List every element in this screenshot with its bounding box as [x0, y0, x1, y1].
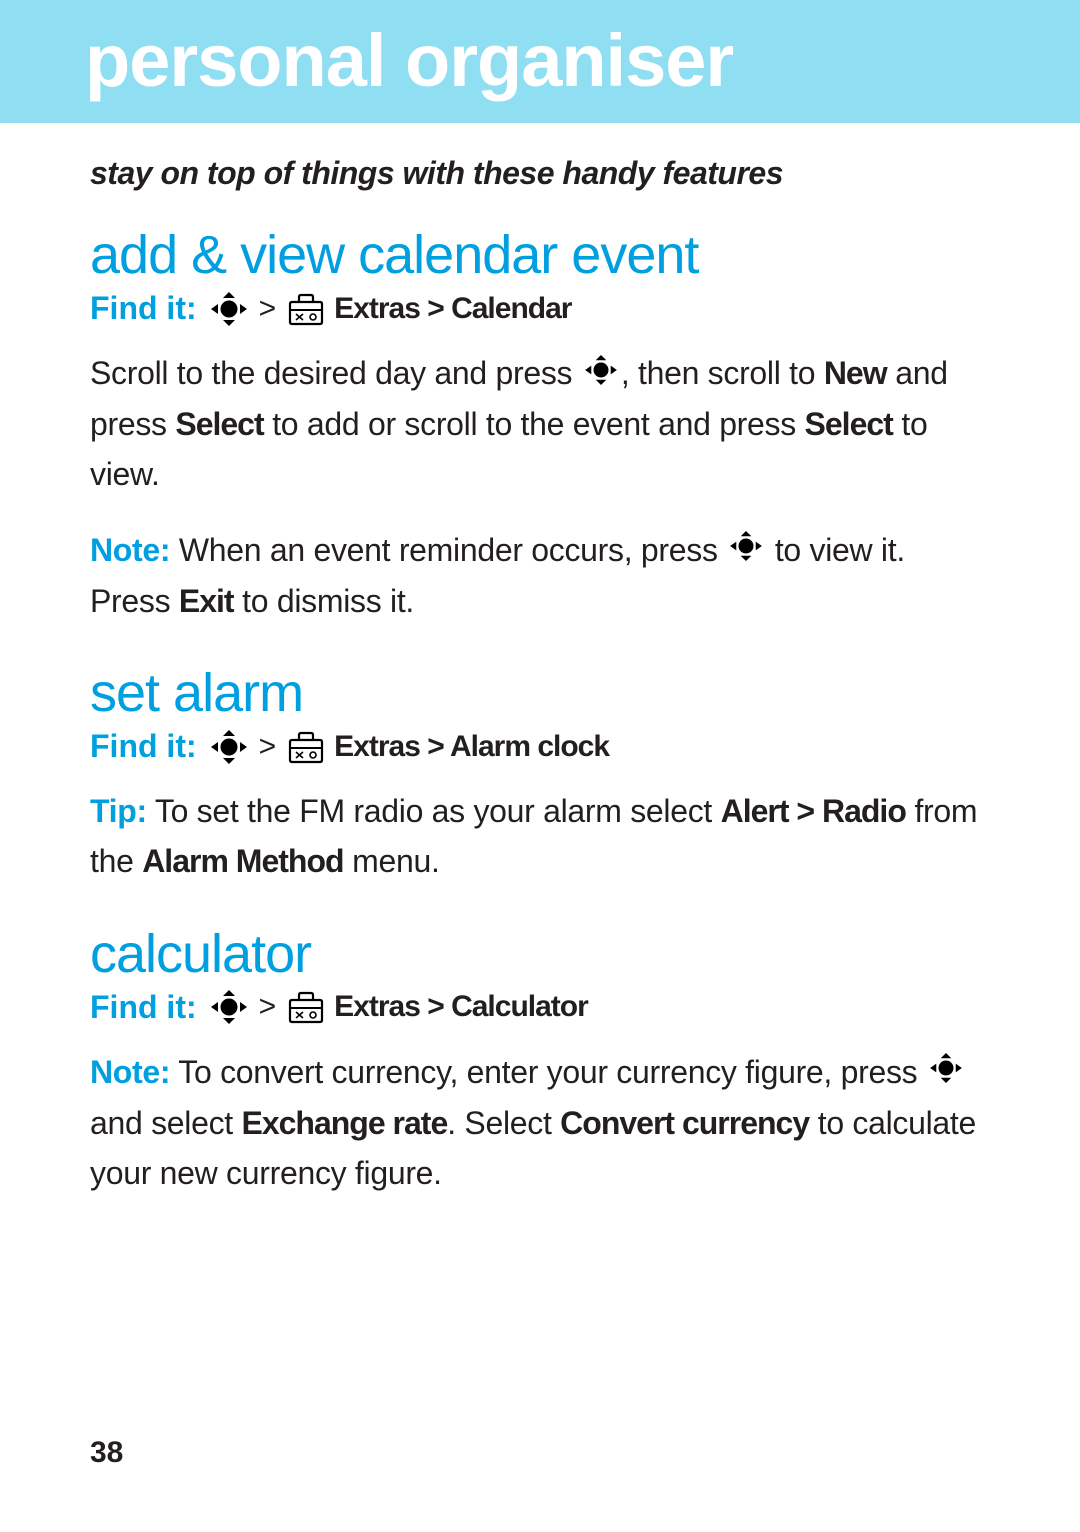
label-select: Select — [175, 406, 263, 442]
text: to add or scroll to the event and press — [264, 406, 805, 442]
find-it-calculator: Find it: > Extras > Calculator — [90, 989, 990, 1026]
find-it-label: Find it: — [90, 989, 197, 1026]
calendar-note: Note: When an event reminder occurs, pre… — [90, 526, 990, 627]
tip-label: Tip: — [90, 793, 147, 829]
text: to dismiss it. — [234, 583, 414, 619]
text: . Select — [447, 1105, 560, 1141]
extras-toolbox-icon — [286, 990, 326, 1024]
calendar-body: Scroll to the desired day and press , th… — [90, 349, 990, 500]
label-alert-radio: Alert > Radio — [721, 793, 906, 829]
nav-key-icon — [926, 1048, 966, 1098]
label-new: New — [824, 355, 887, 391]
gt-separator: > — [257, 730, 279, 764]
gt-separator: > — [257, 990, 279, 1024]
label-alarm-method: Alarm Method — [142, 843, 343, 879]
find-it-label: Find it: — [90, 290, 197, 327]
nav-key-icon — [209, 292, 249, 326]
note-label: Note: — [90, 1054, 170, 1090]
label-convert-currency: Convert currency — [560, 1105, 809, 1141]
text: To convert currency, enter your currency… — [170, 1054, 926, 1090]
section-heading-calculator: calculator — [90, 923, 990, 985]
page-content: stay on top of things with these handy f… — [0, 123, 1080, 1198]
extras-toolbox-icon — [286, 730, 326, 764]
text: When an event reminder occurs, press — [170, 532, 726, 568]
extras-toolbox-icon — [286, 292, 326, 326]
label-select: Select — [805, 406, 893, 442]
gt-separator: > — [257, 292, 279, 326]
breadcrumb-path: Extras > Alarm clock — [334, 730, 609, 764]
nav-key-icon — [726, 526, 766, 576]
section-heading-alarm: set alarm — [90, 662, 990, 724]
breadcrumb-path: Extras > Calendar — [334, 292, 571, 326]
calculator-note: Note: To convert currency, enter your cu… — [90, 1048, 990, 1199]
text: To set the FM radio as your alarm select — [147, 793, 721, 829]
breadcrumb-path: Extras > Calculator — [334, 990, 588, 1024]
text: , then scroll to — [621, 355, 824, 391]
section-heading-calendar: add & view calendar event — [90, 224, 990, 286]
text: menu. — [344, 843, 440, 879]
label-exit: Exit — [179, 583, 234, 619]
banner-title: personal organiser — [85, 18, 1080, 103]
nav-key-icon — [581, 350, 621, 400]
page-banner: personal organiser — [0, 0, 1080, 123]
page-number: 38 — [90, 1436, 123, 1470]
find-it-alarm: Find it: > Extras > Alarm clock — [90, 728, 990, 765]
alarm-tip: Tip: To set the FM radio as your alarm s… — [90, 787, 990, 886]
find-it-label: Find it: — [90, 728, 197, 765]
text: Scroll to the desired day and press — [90, 355, 581, 391]
label-exchange-rate: Exchange rate — [241, 1105, 447, 1141]
nav-key-icon — [209, 990, 249, 1024]
text: and select — [90, 1105, 241, 1141]
note-label: Note: — [90, 532, 170, 568]
page-subtitle: stay on top of things with these handy f… — [90, 155, 990, 192]
nav-key-icon — [209, 730, 249, 764]
find-it-calendar: Find it: > Extras > Calendar — [90, 290, 990, 327]
